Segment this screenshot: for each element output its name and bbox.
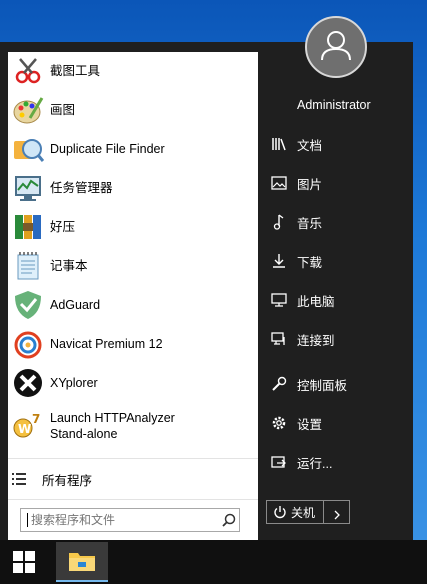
power-icon [273, 505, 287, 519]
right-item-music[interactable]: 音乐 [262, 204, 412, 240]
pictures-icon [270, 174, 288, 192]
app-label: Navicat Premium 12 [50, 337, 163, 351]
downloads-icon [270, 252, 288, 270]
snipping-tool-icon [12, 55, 44, 87]
svg-text:7: 7 [32, 412, 40, 426]
right-item-label: 此电脑 [297, 294, 335, 309]
search-box [20, 508, 240, 532]
divider [8, 458, 258, 459]
right-item-label: 图片 [297, 177, 323, 192]
all-programs-button[interactable]: 所有程序 [8, 462, 258, 496]
app-label: Duplicate File Finder [50, 142, 165, 156]
windows-logo-icon [13, 551, 35, 573]
programs-panel: 截图工具 画图 Duplicate File Finder 任务管理器 好压 记… [8, 52, 258, 540]
task-manager-icon [12, 172, 44, 204]
right-item-connect-to[interactable]: 连接到 [262, 321, 412, 357]
app-label: 任务管理器 [50, 181, 113, 195]
music-icon [270, 213, 288, 231]
app-label: 好压 [50, 220, 76, 234]
chevron-right-icon [332, 507, 342, 520]
right-item-label: 运行... [297, 456, 333, 471]
app-item-duplicate-file-finder[interactable]: Duplicate File Finder [8, 130, 258, 168]
computer-icon [270, 291, 288, 309]
app-item-notepad[interactable]: 记事本 [8, 247, 258, 285]
app-item-navicat[interactable]: Navicat Premium 12 [8, 325, 258, 363]
haozip-icon [12, 211, 44, 243]
run-icon [270, 453, 288, 471]
settings-gear-icon [270, 414, 288, 432]
right-item-downloads[interactable]: 下载 [262, 243, 412, 279]
all-programs-label: 所有程序 [42, 473, 93, 488]
app-label: 记事本 [50, 259, 88, 273]
right-item-run[interactable]: 运行... [262, 444, 412, 480]
connect-icon [270, 330, 288, 348]
app-label: XYplorer [50, 376, 98, 390]
divider [8, 499, 258, 500]
httpanalyzer-icon: W7 [12, 410, 44, 442]
notepad-icon [12, 250, 44, 282]
app-item-haozip[interactable]: 好压 [8, 208, 258, 246]
user-icon [270, 96, 288, 114]
user-name: Administrator [297, 98, 371, 112]
user-avatar[interactable] [305, 16, 367, 78]
right-item-settings[interactable]: 设置 [262, 405, 412, 441]
right-item-label: 文档 [297, 138, 323, 153]
shutdown-options-button[interactable] [324, 500, 350, 524]
app-label: Launch HTTPAnalyzer Stand-alone [50, 410, 175, 442]
xyplorer-icon [12, 367, 44, 399]
right-item-label: 音乐 [297, 216, 323, 231]
list-icon [12, 472, 26, 486]
right-item-this-pc[interactable]: 此电脑 [262, 282, 412, 318]
duplicate-file-finder-icon [12, 133, 45, 165]
paint-icon [12, 94, 44, 126]
taskbar-file-explorer-button[interactable] [56, 542, 108, 582]
app-item-httpanalyzer[interactable]: W7 Launch HTTPAnalyzer Stand-alone [8, 404, 258, 448]
taskbar [0, 540, 427, 584]
app-item-snipping-tool[interactable]: 截图工具 [8, 52, 258, 90]
app-item-xyplorer[interactable]: XYplorer [8, 364, 258, 402]
user-account-button[interactable]: Administrator [262, 87, 412, 123]
right-item-label: 下载 [297, 255, 323, 270]
app-label: 画图 [50, 103, 76, 117]
navicat-icon [12, 328, 44, 360]
folder-icon [68, 549, 96, 573]
adguard-icon [12, 289, 44, 321]
user-icon [321, 31, 351, 61]
control-panel-icon [270, 375, 288, 393]
search-icon[interactable] [219, 510, 239, 530]
start-button[interactable] [0, 540, 48, 584]
app-item-paint[interactable]: 画图 [8, 91, 258, 129]
right-item-control-panel[interactable]: 控制面板 [262, 366, 412, 402]
app-item-task-manager[interactable]: 任务管理器 [8, 169, 258, 207]
documents-icon [270, 135, 288, 153]
right-item-pictures[interactable]: 图片 [262, 165, 412, 201]
start-menu: 截图工具 画图 Duplicate File Finder 任务管理器 好压 记… [0, 42, 413, 540]
svg-text:W: W [18, 422, 31, 436]
right-item-label: 设置 [297, 417, 323, 432]
app-label-line1: Launch HTTPAnalyzer [50, 411, 175, 425]
shutdown-label: 关机 [291, 505, 316, 520]
app-label: 截图工具 [50, 64, 101, 78]
shutdown-button[interactable]: 关机 [266, 500, 324, 524]
app-item-adguard[interactable]: AdGuard [8, 286, 258, 324]
app-label-line2: Stand-alone [50, 427, 118, 441]
right-item-documents[interactable]: 文档 [262, 126, 412, 162]
right-item-label: 连接到 [297, 333, 335, 348]
app-label: AdGuard [50, 298, 101, 312]
search-input[interactable] [28, 512, 219, 528]
right-item-label: 控制面板 [297, 378, 348, 393]
